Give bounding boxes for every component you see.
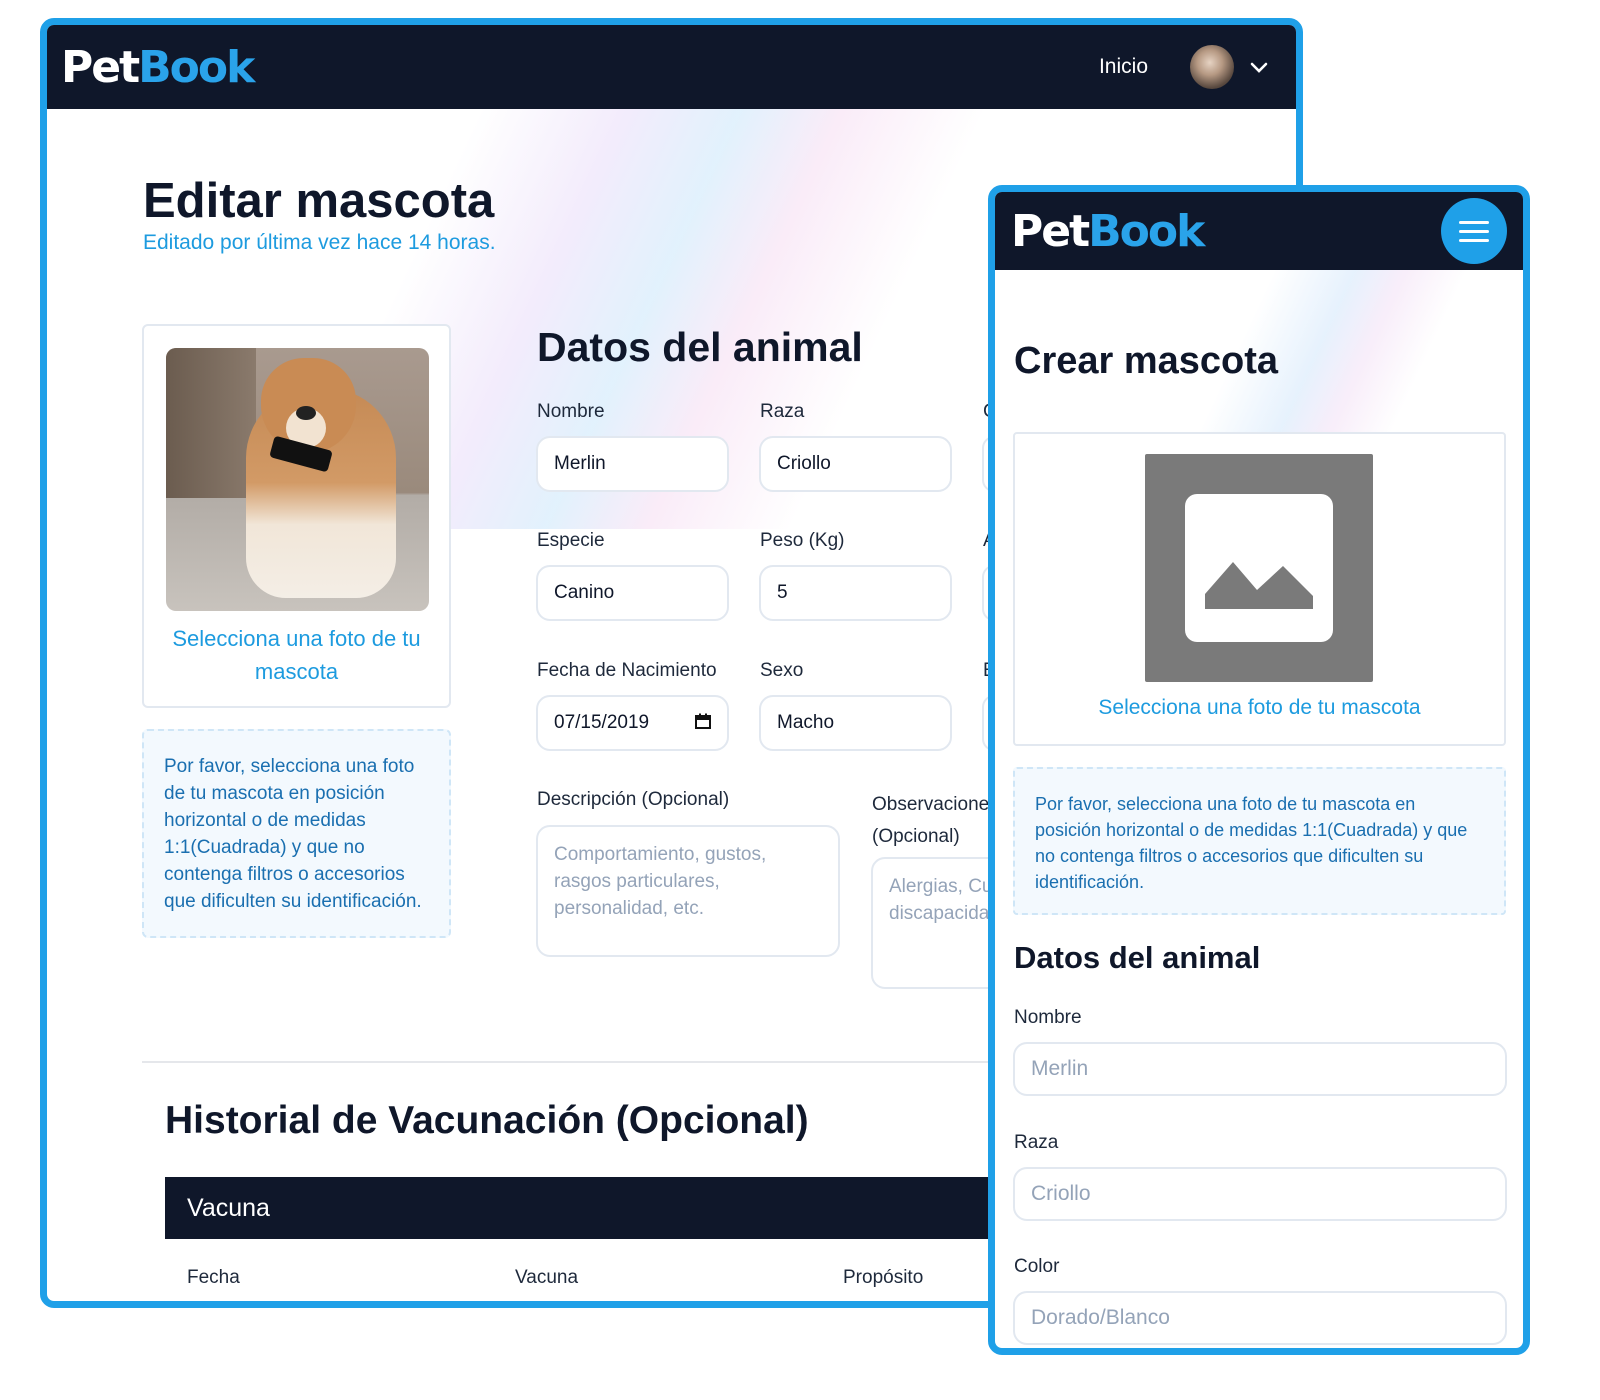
column-header-vacuna: Vacuna xyxy=(515,1267,579,1288)
vaccination-history-title: Historial de Vacunación (Opcional) xyxy=(165,1099,809,1142)
mobile-nombre-input[interactable]: Merlin xyxy=(1013,1042,1507,1096)
top-navbar: PetBook Inicio xyxy=(47,25,1296,109)
chevron-down-icon[interactable] xyxy=(1250,55,1268,79)
logo-pet-text: Pet xyxy=(61,41,140,93)
mobile-navbar: PetBook xyxy=(995,192,1523,270)
pet-photo[interactable] xyxy=(166,348,429,611)
label-descripcion: Descripción (Opcional) xyxy=(537,789,730,810)
mobile-color-input[interactable]: Dorado/Blanco xyxy=(1013,1291,1507,1345)
label-peso: Peso (Kg) xyxy=(760,530,845,551)
fecha-value: 07/15/2019 xyxy=(554,712,650,733)
nav-link-inicio[interactable]: Inicio xyxy=(1099,55,1148,79)
label-nombre: Nombre xyxy=(537,401,605,422)
sexo-select[interactable]: Macho xyxy=(759,695,952,751)
mobile-raza-input[interactable]: Criollo xyxy=(1013,1167,1507,1221)
label-raza: Raza xyxy=(760,401,805,422)
mobile-section-title: Datos del animal xyxy=(1014,940,1261,975)
section-title-datos: Datos del animal xyxy=(537,324,863,370)
mobile-photo-card[interactable]: Selecciona una foto de tu mascota xyxy=(1013,432,1506,746)
petbook-logo-mobile[interactable]: PetBook xyxy=(1011,205,1205,257)
calendar-icon[interactable] xyxy=(695,713,711,734)
section-divider xyxy=(142,1061,1042,1063)
mobile-window: PetBook Crear mascota Selecciona una fot… xyxy=(988,185,1530,1355)
avatar[interactable] xyxy=(1190,45,1234,89)
logo-book-text: Book xyxy=(138,41,255,93)
mobile-page-title: Crear mascota xyxy=(1014,340,1279,382)
column-header-proposito: Propósito xyxy=(843,1267,924,1288)
peso-input[interactable]: 5 xyxy=(759,565,952,621)
especie-input[interactable]: Canino xyxy=(536,565,729,621)
photo-notice-text: Por favor, selecciona una foto de tu mas… xyxy=(164,756,422,912)
column-header-fecha: Fecha xyxy=(187,1267,240,1288)
mobile-label-nombre: Nombre xyxy=(1014,1007,1082,1028)
label-fecha: Fecha de Nacimiento xyxy=(537,660,717,681)
hamburger-menu-icon[interactable] xyxy=(1441,198,1507,264)
mobile-label-color: Color xyxy=(1014,1256,1060,1277)
photo-card[interactable]: Selecciona una foto de tu mascota xyxy=(142,324,451,708)
mobile-photo-notice: Por favor, selecciona una foto de tu mas… xyxy=(1013,767,1506,915)
label-sexo: Sexo xyxy=(760,660,804,681)
logo-pet-text: Pet xyxy=(1011,205,1090,257)
image-placeholder-icon[interactable] xyxy=(1145,454,1373,682)
page-title: Editar mascota xyxy=(143,174,495,228)
mobile-label-raza: Raza xyxy=(1014,1132,1059,1153)
petbook-logo[interactable]: PetBook xyxy=(61,41,255,93)
nombre-input[interactable]: Merlin xyxy=(536,436,729,492)
label-especie: Especie xyxy=(537,530,605,551)
photo-notice: Por favor, selecciona una foto de tu mas… xyxy=(142,729,451,938)
mobile-photo-notice-text: Por favor, selecciona una foto de tu mas… xyxy=(1035,794,1468,892)
raza-input[interactable]: Criollo xyxy=(759,436,952,492)
vaccine-table-header: Vacuna xyxy=(165,1177,1065,1239)
select-photo-link[interactable]: Selecciona una foto de tu mascota xyxy=(144,622,449,688)
logo-book-text: Book xyxy=(1088,205,1205,257)
last-edited-text: Editado por última vez hace 14 horas. xyxy=(143,231,496,254)
fecha-nacimiento-input[interactable]: 07/15/2019 xyxy=(536,695,729,751)
mobile-select-photo-link[interactable]: Selecciona una foto de tu mascota xyxy=(1015,696,1504,720)
descripcion-textarea[interactable]: Comportamiento, gustos, rasgos particula… xyxy=(536,825,840,957)
